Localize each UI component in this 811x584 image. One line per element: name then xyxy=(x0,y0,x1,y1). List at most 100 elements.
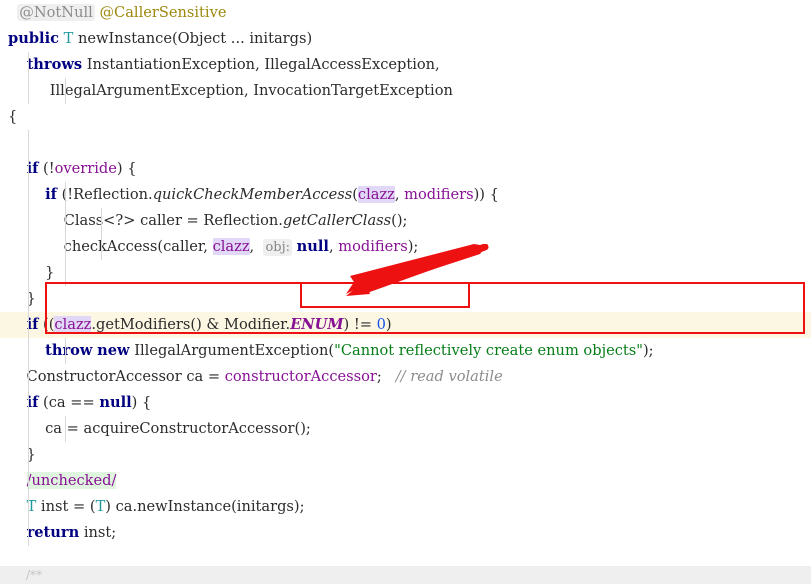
indent-guide xyxy=(28,156,29,182)
code-token: (); xyxy=(391,212,408,229)
code-editor[interactable]: @NotNull @CallerSensitive public T newIns… xyxy=(0,0,811,584)
line-close-override[interactable]: } xyxy=(0,286,811,312)
code-token: (ca == xyxy=(38,394,100,411)
line-unchecked[interactable]: /unchecked/ xyxy=(0,468,811,494)
code-token: throw xyxy=(45,342,93,359)
code-token: T xyxy=(95,498,106,515)
indent-guide xyxy=(101,234,102,260)
code-token: T xyxy=(63,30,74,47)
code-token: (!Reflection. xyxy=(56,186,153,203)
code-token: // read volatile xyxy=(395,368,503,385)
code-token: quickCheckMemberAccess xyxy=(152,186,353,203)
indent-guide xyxy=(28,442,29,468)
code-token: ) { xyxy=(116,160,137,177)
line-throw[interactable]: throw new IllegalArgumentException("Cann… xyxy=(0,338,811,364)
indent-guide xyxy=(28,208,29,234)
indent-guide xyxy=(28,78,29,104)
code-token: clazz xyxy=(357,186,395,203)
code-token: (( xyxy=(38,316,55,333)
code-token: ConstructorAccessor ca = xyxy=(8,368,225,385)
code-token: IllegalArgumentException( xyxy=(129,342,335,359)
code-token: newInstance(Object ... initargs) xyxy=(73,30,313,47)
indent-guide xyxy=(65,182,66,208)
code-token: ; xyxy=(376,368,396,385)
code-token: } xyxy=(8,446,36,463)
line-blank-1[interactable] xyxy=(0,130,811,156)
indent-guide xyxy=(28,182,29,208)
indent-guide xyxy=(65,416,66,442)
line-close-inner[interactable]: } xyxy=(0,260,811,286)
line-open-brace[interactable]: { xyxy=(0,104,811,130)
code-token: Class<?> caller = Reflection. xyxy=(8,212,283,229)
code-token: ) { xyxy=(131,394,152,411)
code-area[interactable]: @NotNull @CallerSensitive public T newIns… xyxy=(0,0,811,548)
line-throws-1[interactable]: throws InstantiationException, IllegalAc… xyxy=(0,52,811,78)
indent-guide xyxy=(28,234,29,260)
indent-guide xyxy=(28,364,29,390)
code-token: clazz xyxy=(54,316,92,333)
line-if-enum[interactable]: if ((clazz.getModifiers() & Modifier.ENU… xyxy=(0,312,811,338)
code-token: /unchecked/ xyxy=(26,472,117,489)
code-token: inst = ( xyxy=(36,498,96,515)
line-acquire[interactable]: ca = acquireConstructorAccessor(); xyxy=(0,416,811,442)
indent-guide xyxy=(28,390,29,416)
code-token: ); xyxy=(642,342,654,359)
code-token: modifiers xyxy=(338,238,408,255)
line-caller[interactable]: Class<?> caller = Reflection.getCallerCl… xyxy=(0,208,811,234)
code-token: inst; xyxy=(79,524,117,541)
code-token: , xyxy=(328,238,339,255)
line-close-ca[interactable]: } xyxy=(0,442,811,468)
indent-guide xyxy=(28,520,29,546)
code-token: getCallerClass xyxy=(282,212,392,229)
line-inst[interactable]: T inst = (T) ca.newInstance(initargs); xyxy=(0,494,811,520)
line-checkaccess[interactable]: checkAccess(caller, clazz, obj: null, mo… xyxy=(0,234,811,260)
code-token: modifiers xyxy=(404,186,474,203)
line-signature[interactable]: public T newInstance(Object ... initargs… xyxy=(0,26,811,52)
line-ca-assign[interactable]: ConstructorAccessor ca = constructorAcce… xyxy=(0,364,811,390)
code-token: new xyxy=(97,342,130,359)
indent-guide xyxy=(101,208,102,234)
code-token: obj: xyxy=(263,239,292,256)
indent-guide xyxy=(65,338,66,364)
line-throws-2[interactable]: IllegalArgumentException, InvocationTarg… xyxy=(0,78,811,104)
code-token: throws xyxy=(26,56,83,73)
line-if-override[interactable]: if (!override) { xyxy=(0,156,811,182)
indent-guide xyxy=(28,130,29,156)
code-token: .getModifiers() & Modifier. xyxy=(91,316,291,333)
line-return[interactable]: return inst; xyxy=(0,520,811,546)
indent-guide xyxy=(65,78,66,104)
code-token: @NotNull xyxy=(17,4,95,21)
code-token: ) xyxy=(385,316,392,333)
indent-guide xyxy=(28,468,29,494)
code-token: if xyxy=(45,186,57,203)
code-token: override xyxy=(54,160,117,177)
indent-guide xyxy=(28,416,29,442)
line-if-ca-null[interactable]: if (ca == null) { xyxy=(0,390,811,416)
code-token: { xyxy=(8,108,18,125)
bottom-strip: /** xyxy=(0,548,811,584)
indent-guide xyxy=(65,260,66,286)
code-token: 0 xyxy=(376,316,386,333)
line-annotation[interactable]: @NotNull @CallerSensitive xyxy=(0,0,811,26)
code-token: @CallerSensitive xyxy=(99,4,227,21)
code-token: checkAccess(caller, xyxy=(8,238,213,255)
indent-guide xyxy=(28,312,29,338)
indent-guide xyxy=(28,338,29,364)
line-if-quickcheck[interactable]: if (!Reflection.quickCheckMemberAccess(c… xyxy=(0,182,811,208)
indent-guide xyxy=(65,234,66,260)
code-token: clazz xyxy=(212,238,250,255)
code-token: return xyxy=(26,524,80,541)
code-token: null xyxy=(296,238,329,255)
indent-guide xyxy=(28,260,29,286)
indent-guide xyxy=(28,494,29,520)
